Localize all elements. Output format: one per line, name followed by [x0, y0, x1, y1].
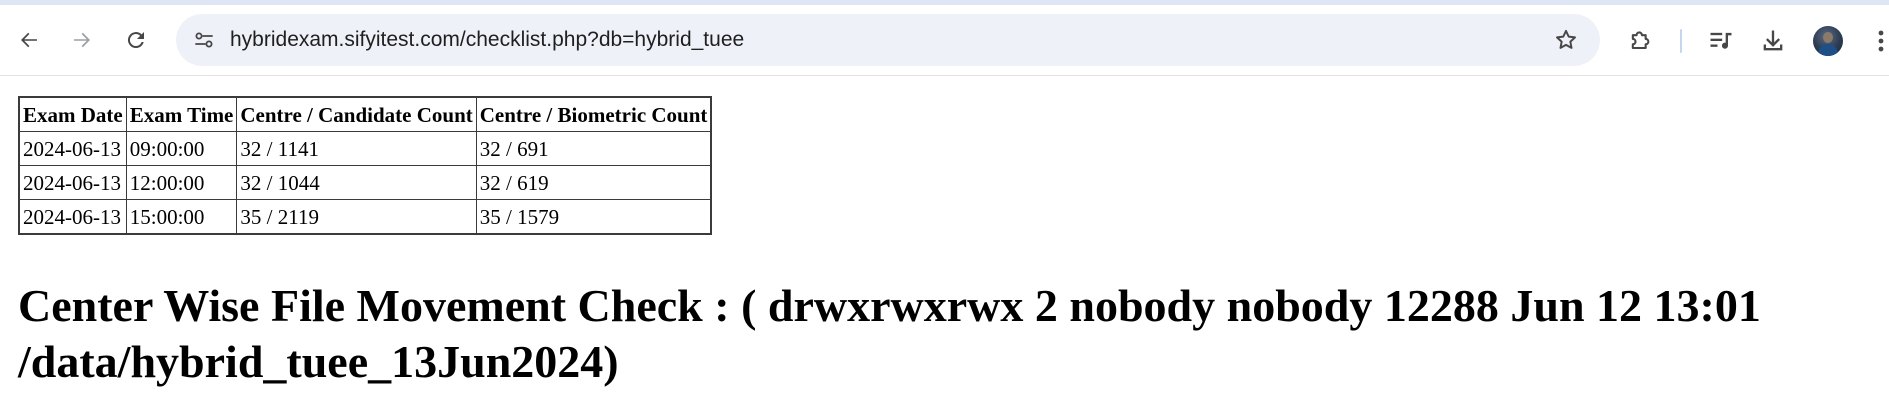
page-heading: Center Wise File Movement Check : ( drwx…: [18, 280, 1761, 387]
exam-summary-table: Exam Date Exam Time Centre / Candidate C…: [18, 96, 713, 235]
table-row: 2024-06-13 12:00:00 32 / 1044 32 / 619: [18, 165, 712, 200]
puzzle-piece-icon: [1631, 31, 1650, 50]
exam-date-cell: 2024-06-13: [18, 131, 127, 166]
reload-icon: [127, 32, 144, 49]
forward-arrow-icon: [74, 32, 90, 48]
three-dot-menu-icon[interactable]: [1873, 27, 1889, 55]
avatar-body: [1818, 44, 1838, 56]
url-text[interactable]: hybridexam.sifyitest.com/checklist.php?d…: [230, 27, 744, 53]
candidate-count-cell: 32 / 1141: [236, 131, 477, 166]
forward-button[interactable]: [64, 22, 100, 58]
site-info-button[interactable]: [190, 26, 218, 54]
reload-button[interactable]: [118, 22, 154, 58]
star-outline-icon: [1556, 29, 1576, 49]
exam-time-cell: 12:00:00: [125, 165, 238, 200]
column-header-exam-time: Exam Time: [125, 96, 238, 132]
address-bar[interactable]: hybridexam.sifyitest.com/checklist.php?d…: [176, 14, 1600, 66]
biometric-count-cell: 35 / 1579: [475, 199, 712, 235]
candidate-count-cell: 32 / 1044: [236, 165, 477, 200]
back-arrow-icon: [21, 32, 37, 48]
page-content: Exam Date Exam Time Centre / Candidate C…: [0, 76, 1889, 404]
downloads-button[interactable]: [1758, 26, 1788, 56]
exam-date-cell: 2024-06-13: [18, 165, 127, 200]
media-button[interactable]: [1706, 26, 1736, 56]
site-info-tune-icon: [195, 32, 213, 48]
avatar-head: [1823, 32, 1833, 43]
column-header-exam-date: Exam Date: [18, 96, 127, 132]
back-button[interactable]: [11, 22, 47, 58]
biometric-count-cell: 32 / 619: [475, 165, 712, 200]
column-header-candidate-count: Centre / Candidate Count: [236, 96, 477, 132]
toolbar-separator: [1680, 29, 1682, 53]
profile-avatar[interactable]: [1813, 26, 1843, 56]
table-row: 2024-06-13 15:00:00 35 / 2119 35 / 1579: [18, 199, 712, 235]
download-icon: [1763, 30, 1783, 51]
extensions-button[interactable]: [1626, 26, 1656, 56]
candidate-count-cell: 35 / 2119: [236, 199, 477, 235]
playlist-music-icon: [1710, 32, 1732, 49]
column-header-biometric-count: Centre / Biometric Count: [475, 96, 712, 132]
biometric-count-cell: 32 / 691: [475, 131, 712, 166]
bookmark-button[interactable]: [1552, 26, 1580, 54]
exam-time-cell: 09:00:00: [125, 131, 238, 166]
table-row: 2024-06-13 09:00:00 32 / 1141 32 / 691: [18, 131, 712, 166]
table-header-row: Exam Date Exam Time Centre / Candidate C…: [18, 96, 712, 132]
exam-time-cell: 15:00:00: [125, 199, 238, 235]
exam-date-cell: 2024-06-13: [18, 199, 127, 235]
browser-toolbar: hybridexam.sifyitest.com/checklist.php?d…: [0, 5, 1889, 76]
